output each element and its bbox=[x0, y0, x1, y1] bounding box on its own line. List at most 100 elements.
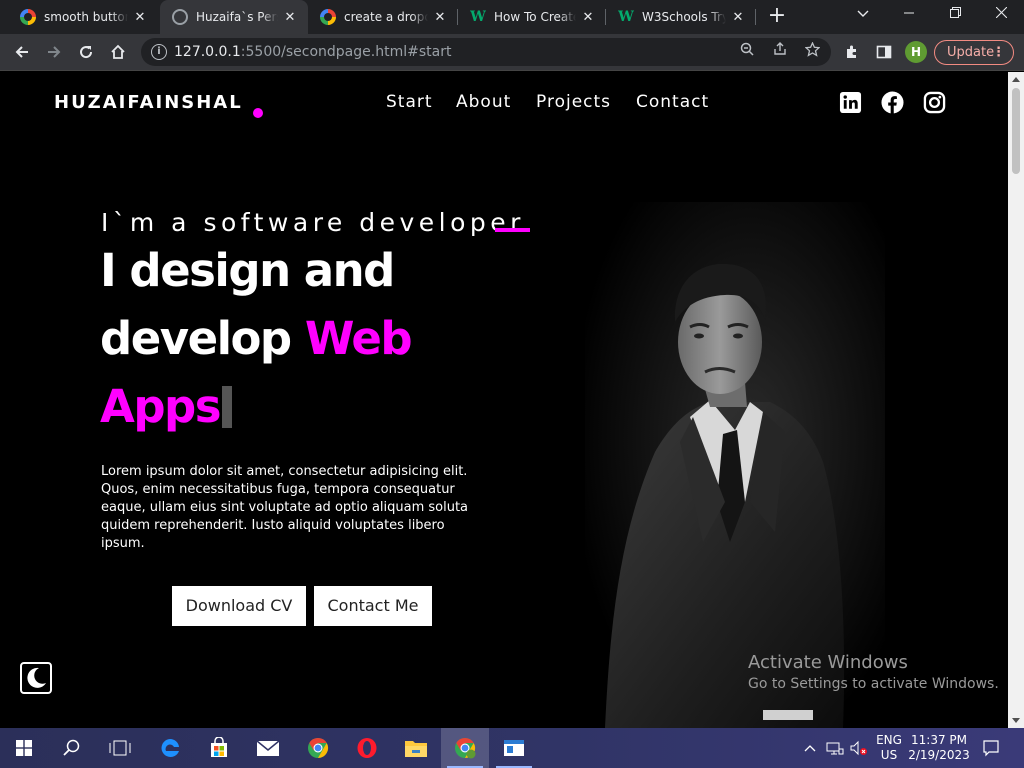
site-logo[interactable]: HUZAIFAINSHAL bbox=[54, 92, 243, 113]
mail-icon bbox=[256, 740, 280, 756]
moon-icon bbox=[27, 667, 46, 688]
tab-smooth-button[interactable]: smooth button h ✕ bbox=[8, 0, 158, 34]
minimize-button[interactable] bbox=[886, 0, 932, 30]
typing-caret bbox=[222, 386, 233, 428]
mail-taskbar-button[interactable] bbox=[244, 728, 292, 768]
side-panel-button[interactable] bbox=[870, 38, 898, 66]
tab-huzaifa-portfolio[interactable]: Huzaifa`s Person ✕ bbox=[160, 0, 308, 34]
search-button[interactable] bbox=[48, 728, 96, 768]
contact-me-button[interactable]: Contact Me bbox=[314, 586, 432, 626]
chrome-icon bbox=[308, 737, 329, 759]
opera-taskbar-button[interactable] bbox=[343, 728, 391, 768]
close-window-button[interactable] bbox=[978, 0, 1024, 30]
file-explorer-taskbar-button[interactable] bbox=[392, 728, 440, 768]
profile-avatar[interactable]: H bbox=[905, 41, 927, 63]
w3schools-icon: W bbox=[618, 9, 634, 25]
update-label: Update bbox=[947, 45, 995, 60]
search-icon bbox=[63, 739, 80, 756]
windows-taskbar: ENG US 11:37 PM 2/19/2023 bbox=[0, 728, 1024, 768]
download-cv-button[interactable]: Download CV bbox=[172, 586, 306, 626]
close-icon[interactable]: ✕ bbox=[730, 10, 746, 25]
volume-tray-button[interactable] bbox=[850, 728, 868, 768]
tab-how-to-create[interactable]: W How To Create a ✕ bbox=[458, 0, 606, 34]
linkedin-icon[interactable] bbox=[839, 91, 862, 114]
network-icon bbox=[826, 742, 844, 755]
url-host: 127.0.0.1 bbox=[174, 44, 241, 60]
logo-dot bbox=[253, 108, 263, 118]
share-icon[interactable] bbox=[769, 42, 791, 62]
task-view-button[interactable] bbox=[96, 728, 144, 768]
back-button[interactable] bbox=[8, 38, 36, 66]
home-icon bbox=[111, 44, 125, 59]
google-icon bbox=[320, 9, 336, 25]
language-indicator[interactable]: ENG US bbox=[876, 728, 902, 768]
kebab-menu-icon[interactable]: ⋮ bbox=[992, 41, 1005, 64]
nav-projects[interactable]: Projects bbox=[536, 92, 611, 112]
restore-button[interactable] bbox=[932, 0, 978, 30]
extensions-button[interactable] bbox=[838, 38, 866, 66]
app-taskbar-button[interactable] bbox=[490, 728, 538, 768]
address-bar[interactable]: i 127.0.0.1:5500/secondpage.html#start bbox=[141, 38, 831, 66]
url-text[interactable]: 127.0.0.1:5500/secondpage.html#start bbox=[174, 38, 451, 66]
headline-pink-text: Apps bbox=[100, 380, 222, 433]
facebook-icon[interactable] bbox=[881, 91, 904, 114]
site-info-icon[interactable]: i bbox=[151, 44, 167, 60]
browser-tabstrip: smooth button h ✕ Huzaifa`s Person ✕ cre… bbox=[0, 0, 1024, 34]
w3schools-icon: W bbox=[470, 9, 486, 25]
activate-windows-subtitle: Go to Settings to activate Windows. bbox=[748, 676, 999, 692]
headline-pink-text: Web bbox=[304, 312, 413, 365]
chrome-profile-taskbar-button[interactable] bbox=[441, 728, 489, 768]
restore-icon bbox=[949, 7, 961, 18]
scroll-down-arrow-icon[interactable] bbox=[1012, 718, 1020, 723]
tab-w3schools-tryit[interactable]: W W3Schools Tryit ✕ bbox=[606, 0, 756, 34]
nav-start[interactable]: Start bbox=[386, 92, 433, 112]
forward-button[interactable] bbox=[40, 38, 68, 66]
scroll-up-arrow-icon[interactable] bbox=[1012, 77, 1020, 82]
edge-icon bbox=[161, 738, 179, 757]
zoom-icon[interactable] bbox=[736, 42, 758, 62]
chrome-taskbar-button[interactable] bbox=[294, 728, 342, 768]
close-icon[interactable]: ✕ bbox=[580, 10, 596, 25]
close-icon bbox=[995, 6, 1007, 19]
clock-time: 11:37 PM bbox=[911, 733, 967, 747]
start-button[interactable] bbox=[0, 728, 48, 768]
reload-button[interactable] bbox=[72, 38, 100, 66]
tab-search-button[interactable] bbox=[840, 0, 886, 30]
puzzle-icon bbox=[847, 45, 856, 58]
notifications-button[interactable] bbox=[982, 728, 1000, 768]
new-tab-button[interactable]: + bbox=[764, 4, 790, 30]
windows-start-icon bbox=[16, 740, 32, 756]
app-icon bbox=[504, 740, 524, 756]
show-hidden-icons-button[interactable] bbox=[804, 728, 816, 768]
vertical-scrollbar[interactable] bbox=[1008, 72, 1024, 728]
home-button[interactable] bbox=[104, 38, 132, 66]
activate-windows-title: Activate Windows bbox=[748, 652, 908, 673]
bookmark-star-icon[interactable] bbox=[801, 41, 823, 62]
forward-arrow-icon bbox=[48, 46, 61, 58]
back-arrow-icon bbox=[15, 46, 28, 58]
clock-date: 2/19/2023 bbox=[908, 748, 970, 762]
store-taskbar-button[interactable] bbox=[195, 728, 243, 768]
close-icon[interactable]: ✕ bbox=[432, 10, 448, 25]
theme-toggle-button[interactable] bbox=[20, 662, 52, 694]
tab-title: smooth button h bbox=[44, 10, 128, 24]
headline-white-text: develop bbox=[100, 312, 305, 365]
store-icon bbox=[211, 737, 227, 757]
tab-create-dropdown[interactable]: create a dropdow ✕ bbox=[308, 0, 458, 34]
edge-taskbar-button[interactable] bbox=[146, 728, 194, 768]
update-button[interactable]: Update ⋮ bbox=[934, 40, 1014, 65]
nav-about[interactable]: About bbox=[456, 92, 511, 112]
file-explorer-icon bbox=[405, 741, 427, 757]
reload-icon bbox=[80, 46, 93, 59]
opera-icon bbox=[357, 738, 377, 758]
minimize-icon bbox=[904, 12, 914, 14]
close-icon[interactable]: ✕ bbox=[132, 10, 148, 25]
clock[interactable]: 11:37 PM 2/19/2023 bbox=[908, 728, 970, 768]
network-tray-button[interactable] bbox=[826, 728, 844, 768]
region-code: US bbox=[880, 748, 898, 762]
close-icon[interactable]: ✕ bbox=[282, 10, 298, 25]
instagram-icon[interactable] bbox=[923, 91, 946, 114]
nav-contact[interactable]: Contact bbox=[636, 92, 709, 112]
hero-headline-line1: I design and bbox=[100, 244, 395, 297]
scrollbar-thumb[interactable] bbox=[1012, 88, 1020, 174]
